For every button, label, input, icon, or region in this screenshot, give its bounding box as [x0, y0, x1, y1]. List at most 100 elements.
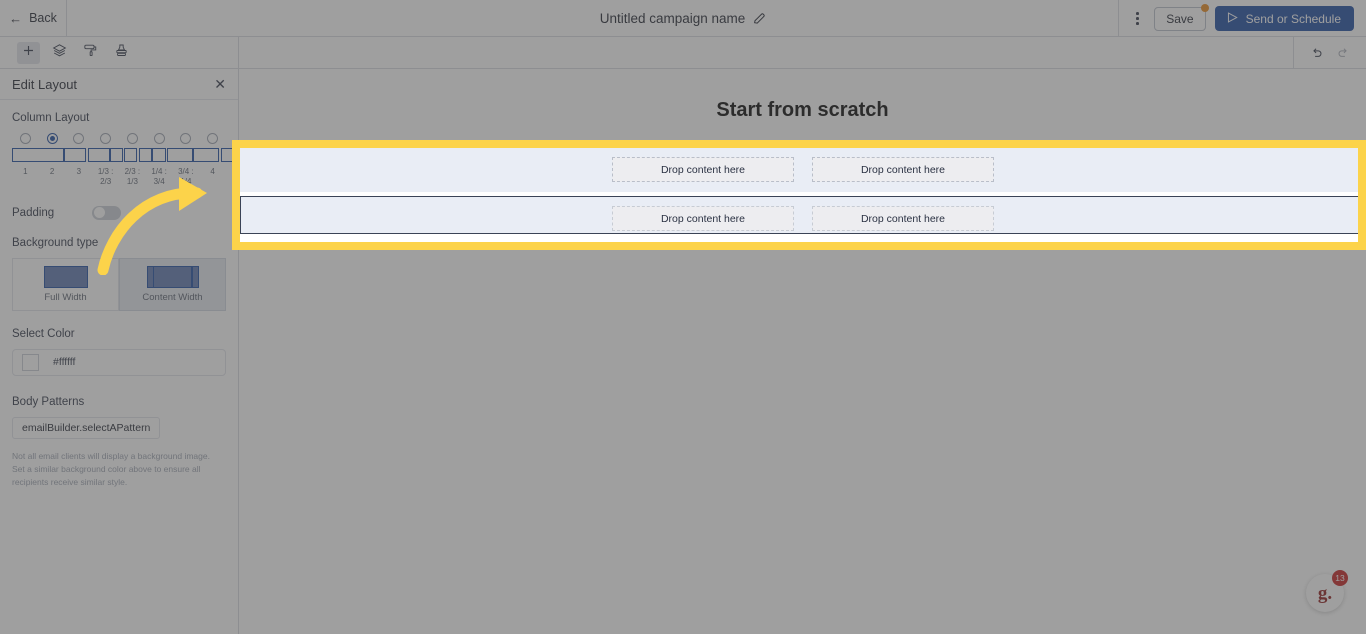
row-2-columns: Drop content here Drop content here	[603, 197, 1003, 233]
top-bar-actions: Save Send or Schedule	[1118, 0, 1366, 37]
back-button-label: Back	[29, 11, 57, 25]
table-row[interactable]: Drop content here Drop content here	[240, 148, 1358, 192]
column-layout-preview-3[interactable]	[109, 148, 152, 162]
column-layout-option-label: 1/3 : 2/3	[97, 167, 114, 187]
column-layout-option-label: 1/4 : 3/4	[151, 167, 167, 187]
column-layout-radio-5[interactable]	[126, 133, 138, 144]
body-patterns-label: Body Patterns	[12, 395, 85, 408]
row-2-column-1[interactable]: Drop content here	[603, 197, 803, 233]
back-button[interactable]: ← Back	[0, 0, 67, 37]
save-button-label: Save	[1166, 11, 1194, 26]
padding-toggle[interactable]	[92, 205, 122, 220]
preview-column	[138, 148, 152, 162]
help-widget-logo: g.	[1317, 582, 1333, 604]
column-layout-label: Column Layout	[12, 112, 90, 124]
row-1-columns: Drop content here Drop content here	[603, 148, 1003, 192]
column-layout-radio-7[interactable]	[180, 133, 192, 144]
table-row[interactable]: Drop content here Drop content here	[240, 196, 1358, 234]
canvas-heading: Start from scratch	[716, 99, 889, 121]
column-layout-option-label: 3/4 : 1/4	[178, 167, 194, 187]
dropzone[interactable]: Drop content here	[812, 206, 994, 231]
preview-column	[124, 148, 137, 162]
send-plane-icon	[1226, 11, 1239, 27]
column-layout-radio-2[interactable]	[46, 133, 58, 144]
redo-icon[interactable]	[1336, 46, 1350, 60]
campaign-title[interactable]: Untitled campaign name	[600, 11, 746, 26]
column-layout-previews	[12, 148, 238, 162]
column-layout-option-label: 2/3 : 1/3	[124, 167, 141, 187]
column-layout-preview-5[interactable]	[193, 148, 235, 162]
theme-button[interactable]	[110, 42, 133, 64]
preview-column	[151, 148, 166, 162]
send-or-schedule-button[interactable]: Send or Schedule	[1214, 6, 1354, 31]
column-layout-option-label: 1	[23, 167, 28, 176]
help-widget-badge: 13	[1332, 570, 1348, 586]
layers-icon	[52, 43, 67, 63]
help-widget-button[interactable]: g. 13	[1306, 570, 1348, 612]
dropzone[interactable]: Drop content here	[612, 157, 794, 182]
preview-column	[87, 148, 110, 162]
column-layout-preview-2[interactable]	[64, 148, 110, 162]
column-layout-picker: 1 2 3 1/3 : 2/3 2/3 : 1/3 1/4 : 3/4 3/4 : 1/4 4	[12, 133, 238, 188]
padding-label: Padding	[12, 206, 55, 219]
stamp-icon	[114, 43, 129, 63]
dropzone[interactable]: Drop content here	[812, 157, 994, 182]
column-layout-preview-1[interactable]	[12, 148, 64, 162]
arrow-left-icon: ←	[9, 10, 23, 26]
column-layout-radio-4[interactable]	[100, 133, 112, 144]
highlight-spotlight: Drop content here Drop content here Drop…	[232, 140, 1366, 250]
full-width-label: Full Width	[44, 291, 87, 303]
content-width-label: Content Width	[142, 291, 203, 303]
body-patterns-helper-text: Not all email clients will display a bac…	[12, 450, 210, 488]
row-1-column-2[interactable]: Drop content here	[803, 148, 1003, 192]
color-swatch[interactable]	[22, 353, 39, 371]
plus-icon	[22, 44, 35, 62]
preview-column	[109, 148, 123, 162]
app-root: ← Back Untitled campaign name Save Send …	[0, 0, 1366, 634]
send-button-label: Send or Schedule	[1245, 11, 1341, 26]
spotlight-content: Drop content here Drop content here Drop…	[240, 148, 1358, 242]
undo-icon[interactable]	[1310, 46, 1324, 60]
history-controls	[1293, 37, 1366, 68]
select-pattern-button[interactable]: emailBuilder.selectAPattern	[12, 416, 161, 439]
unsaved-changes-dot	[1200, 3, 1209, 12]
background-type-label: Background type	[12, 236, 99, 249]
dropzone[interactable]: Drop content here	[612, 206, 794, 231]
panel-body: Column Layout 1 2 3 1/3 : 2/3 2/3 : 1/3 1/4 :…	[0, 100, 238, 489]
preview-column	[193, 148, 219, 162]
row-2-right-gutter	[1003, 197, 1358, 233]
row-1-left-gutter	[240, 148, 603, 192]
column-layout-option-label: 2	[49, 167, 55, 176]
background-type-options: Full Width Content Width	[12, 257, 226, 311]
background-type-content-width[interactable]: Content Width	[119, 257, 226, 311]
kebab-menu-icon[interactable]	[1129, 8, 1145, 30]
column-layout-radio-3[interactable]	[73, 133, 85, 144]
style-button[interactable]	[79, 42, 102, 64]
close-icon[interactable]: ✕	[214, 77, 226, 91]
pencil-icon[interactable]	[753, 12, 766, 25]
row-2-column-2[interactable]: Drop content here	[803, 197, 1003, 233]
panel-header: Edit Layout ✕	[0, 69, 238, 100]
paint-roller-icon	[83, 43, 98, 63]
save-button[interactable]: Save	[1154, 3, 1209, 31]
column-layout-preview-4[interactable]	[151, 148, 193, 162]
column-layout-radio-6[interactable]	[153, 133, 165, 144]
background-type-full-width[interactable]: Full Width	[12, 257, 119, 311]
row-1-column-1[interactable]: Drop content here	[603, 148, 803, 192]
preview-column	[167, 148, 193, 162]
layers-button[interactable]	[48, 42, 71, 64]
add-block-button[interactable]	[17, 41, 40, 64]
select-color-label: Select Color	[12, 327, 75, 340]
column-layout-radio-8[interactable]	[207, 133, 219, 144]
row-2-left-gutter	[241, 197, 603, 233]
edit-layout-panel: Edit Layout ✕ Column Layout 1 2 3 1/3 : 2/3…	[0, 69, 239, 634]
padding-setting: Padding	[12, 205, 226, 220]
tool-row	[0, 37, 1366, 69]
preview-column	[12, 148, 64, 162]
panel-title: Edit Layout	[12, 76, 78, 92]
content-width-icon	[146, 265, 199, 288]
color-picker-field[interactable]: #ffffff	[12, 348, 226, 376]
column-layout-radio-1[interactable]	[19, 133, 31, 144]
column-layout-radios	[12, 133, 226, 144]
toggle-knob	[93, 207, 105, 219]
